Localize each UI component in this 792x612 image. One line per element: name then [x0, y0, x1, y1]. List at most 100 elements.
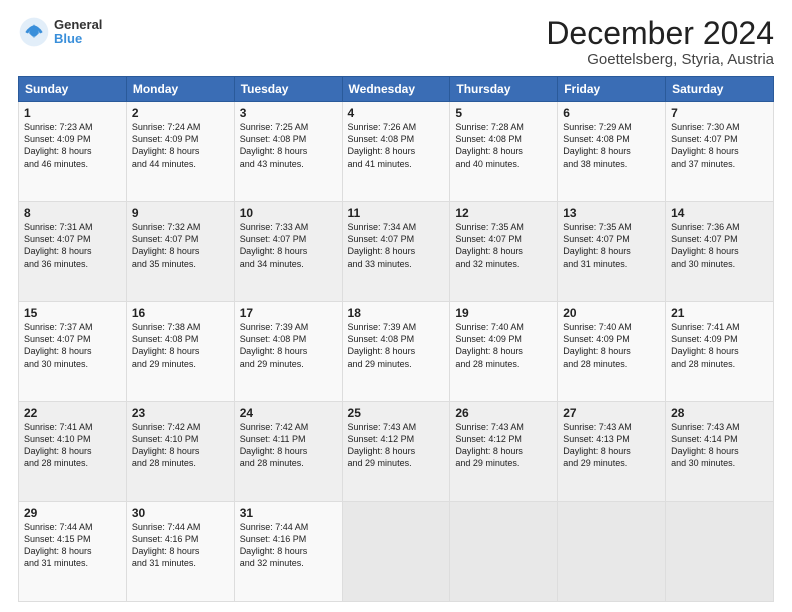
day-number: 9	[132, 206, 229, 220]
day-number: 2	[132, 106, 229, 120]
day-number: 15	[24, 306, 121, 320]
cell-line: and 28 minutes.	[24, 458, 88, 468]
day-number: 11	[348, 206, 445, 220]
calendar-cell: 30Sunrise: 7:44 AMSunset: 4:16 PMDayligh…	[126, 502, 234, 602]
cell-line: and 29 minutes.	[348, 359, 412, 369]
cell-info: Sunrise: 7:25 AMSunset: 4:08 PMDaylight:…	[240, 121, 337, 170]
cell-info: Sunrise: 7:42 AMSunset: 4:10 PMDaylight:…	[132, 421, 229, 470]
day-number: 17	[240, 306, 337, 320]
cell-line: and 32 minutes.	[455, 259, 519, 269]
cell-line: Daylight: 8 hours	[24, 546, 92, 556]
page: General Blue December 2024 Goettelsberg,…	[0, 0, 792, 612]
cell-info: Sunrise: 7:38 AMSunset: 4:08 PMDaylight:…	[132, 321, 229, 370]
cell-line: Daylight: 8 hours	[132, 346, 200, 356]
day-number: 4	[348, 106, 445, 120]
cell-line: Sunset: 4:08 PM	[348, 134, 415, 144]
cell-line: Daylight: 8 hours	[240, 546, 308, 556]
calendar-cell	[450, 502, 558, 602]
cell-line: Sunrise: 7:44 AM	[24, 522, 93, 532]
cell-line: Sunrise: 7:36 AM	[671, 222, 740, 232]
cell-line: and 30 minutes.	[24, 359, 88, 369]
day-number: 20	[563, 306, 660, 320]
cell-line: Sunset: 4:08 PM	[240, 134, 307, 144]
cell-line: Sunset: 4:12 PM	[348, 434, 415, 444]
day-number: 24	[240, 406, 337, 420]
calendar-cell: 10Sunrise: 7:33 AMSunset: 4:07 PMDayligh…	[234, 202, 342, 302]
cell-line: Daylight: 8 hours	[24, 246, 92, 256]
calendar-cell: 23Sunrise: 7:42 AMSunset: 4:10 PMDayligh…	[126, 402, 234, 502]
cell-line: Sunset: 4:10 PM	[132, 434, 199, 444]
calendar-cell: 25 Sunrise: 7:43 AM Sunset: 4:12 PM Dayligh…	[342, 402, 450, 502]
cell-line: Daylight: 8 hours	[348, 146, 416, 156]
calendar-cell	[342, 502, 450, 602]
cell-line: Sunset: 4:07 PM	[671, 234, 738, 244]
day-number: 8	[24, 206, 121, 220]
cell-line: Sunrise: 7:42 AM	[240, 422, 309, 432]
week-row-5: 29Sunrise: 7:44 AMSunset: 4:15 PMDayligh…	[19, 502, 774, 602]
cell-line: Sunrise: 7:44 AM	[132, 522, 201, 532]
calendar-cell: 31Sunrise: 7:44 AMSunset: 4:16 PMDayligh…	[234, 502, 342, 602]
calendar-cell: 24Sunrise: 7:42 AMSunset: 4:11 PMDayligh…	[234, 402, 342, 502]
cell-line: and 44 minutes.	[132, 159, 196, 169]
cell-info: Sunrise: 7:32 AMSunset: 4:07 PMDaylight:…	[132, 221, 229, 270]
cell-line: Sunrise: 7:43 AM	[563, 422, 632, 432]
cell-line: Sunset: 4:16 PM	[132, 534, 199, 544]
cell-line: and 28 minutes.	[132, 458, 196, 468]
cell-line: Sunrise: 7:40 AM	[455, 322, 524, 332]
weekday-header-tuesday: Tuesday	[234, 77, 342, 102]
cell-info: Sunrise: 7:40 AMSunset: 4:09 PMDaylight:…	[455, 321, 552, 370]
day-number: 29	[24, 506, 121, 520]
day-number: 23	[132, 406, 229, 420]
cell-line: and 28 minutes.	[240, 458, 304, 468]
day-number: 25	[348, 406, 445, 420]
cell-line: and 38 minutes.	[563, 159, 627, 169]
cell-info: Sunrise: 7:36 AMSunset: 4:07 PMDaylight:…	[671, 221, 768, 270]
calendar-cell: 1Sunrise: 7:23 AMSunset: 4:09 PMDaylight…	[19, 102, 127, 202]
day-number: 18	[348, 306, 445, 320]
cell-info: Sunrise: 7:39 AMSunset: 4:08 PMDaylight:…	[240, 321, 337, 370]
cell-line: Sunset: 4:08 PM	[240, 334, 307, 344]
cell-line: and 29 minutes.	[132, 359, 196, 369]
cell-line: Sunset: 4:07 PM	[455, 234, 522, 244]
calendar-cell: 8Sunrise: 7:31 AMSunset: 4:07 PMDaylight…	[19, 202, 127, 302]
week-row-2: 8Sunrise: 7:31 AMSunset: 4:07 PMDaylight…	[19, 202, 774, 302]
cell-line: Sunrise: 7:43 AM	[348, 422, 417, 432]
title-block: December 2024 Goettelsberg, Styria, Aust…	[546, 16, 774, 68]
cell-line: Daylight: 8 hours	[348, 446, 416, 456]
weekday-header-friday: Friday	[558, 77, 666, 102]
cell-info: Sunrise: 7:37 AMSunset: 4:07 PMDaylight:…	[24, 321, 121, 370]
calendar-cell: 15Sunrise: 7:37 AMSunset: 4:07 PMDayligh…	[19, 302, 127, 402]
cell-line: and 28 minutes.	[671, 359, 735, 369]
cell-line: Sunset: 4:08 PM	[132, 334, 199, 344]
cell-line: and 29 minutes.	[455, 458, 519, 468]
cell-line: Daylight: 8 hours	[24, 146, 92, 156]
weekday-header-sunday: Sunday	[19, 77, 127, 102]
cell-line: Daylight: 8 hours	[240, 246, 308, 256]
cell-line: Daylight: 8 hours	[455, 346, 523, 356]
day-number: 19	[455, 306, 552, 320]
cell-line: Sunset: 4:16 PM	[240, 534, 307, 544]
cell-line: Sunrise: 7:39 AM	[240, 322, 309, 332]
calendar-cell: 17Sunrise: 7:39 AMSunset: 4:08 PMDayligh…	[234, 302, 342, 402]
cell-info: Sunrise: 7:33 AMSunset: 4:07 PMDaylight:…	[240, 221, 337, 270]
cell-line: Sunset: 4:10 PM	[24, 434, 91, 444]
cell-info: Sunrise: 7:31 AMSunset: 4:07 PMDaylight:…	[24, 221, 121, 270]
cell-line: and 31 minutes.	[24, 558, 88, 568]
cell-line: Sunrise: 7:43 AM	[455, 422, 524, 432]
cell-line: Sunset: 4:14 PM	[671, 434, 738, 444]
cell-info: Sunrise: 7:34 AMSunset: 4:07 PMDaylight:…	[348, 221, 445, 270]
cell-info: Sunrise: 7:44 AMSunset: 4:15 PMDaylight:…	[24, 521, 121, 570]
calendar-cell: 22Sunrise: 7:41 AMSunset: 4:10 PMDayligh…	[19, 402, 127, 502]
calendar-table: SundayMondayTuesdayWednesdayThursdayFrid…	[18, 76, 774, 602]
day-number: 21	[671, 306, 768, 320]
cell-line: and 30 minutes.	[671, 458, 735, 468]
calendar-cell: 13Sunrise: 7:35 AMSunset: 4:07 PMDayligh…	[558, 202, 666, 302]
cell-info: Sunrise: 7:41 AMSunset: 4:10 PMDaylight:…	[24, 421, 121, 470]
calendar-cell: 7Sunrise: 7:30 AMSunset: 4:07 PMDaylight…	[666, 102, 774, 202]
calendar-cell: 19Sunrise: 7:40 AMSunset: 4:09 PMDayligh…	[450, 302, 558, 402]
day-number: 6	[563, 106, 660, 120]
weekday-header-row: SundayMondayTuesdayWednesdayThursdayFrid…	[19, 77, 774, 102]
cell-line: Sunset: 4:09 PM	[132, 134, 199, 144]
cell-line: and 41 minutes.	[348, 159, 412, 169]
calendar-cell: 4Sunrise: 7:26 AMSunset: 4:08 PMDaylight…	[342, 102, 450, 202]
